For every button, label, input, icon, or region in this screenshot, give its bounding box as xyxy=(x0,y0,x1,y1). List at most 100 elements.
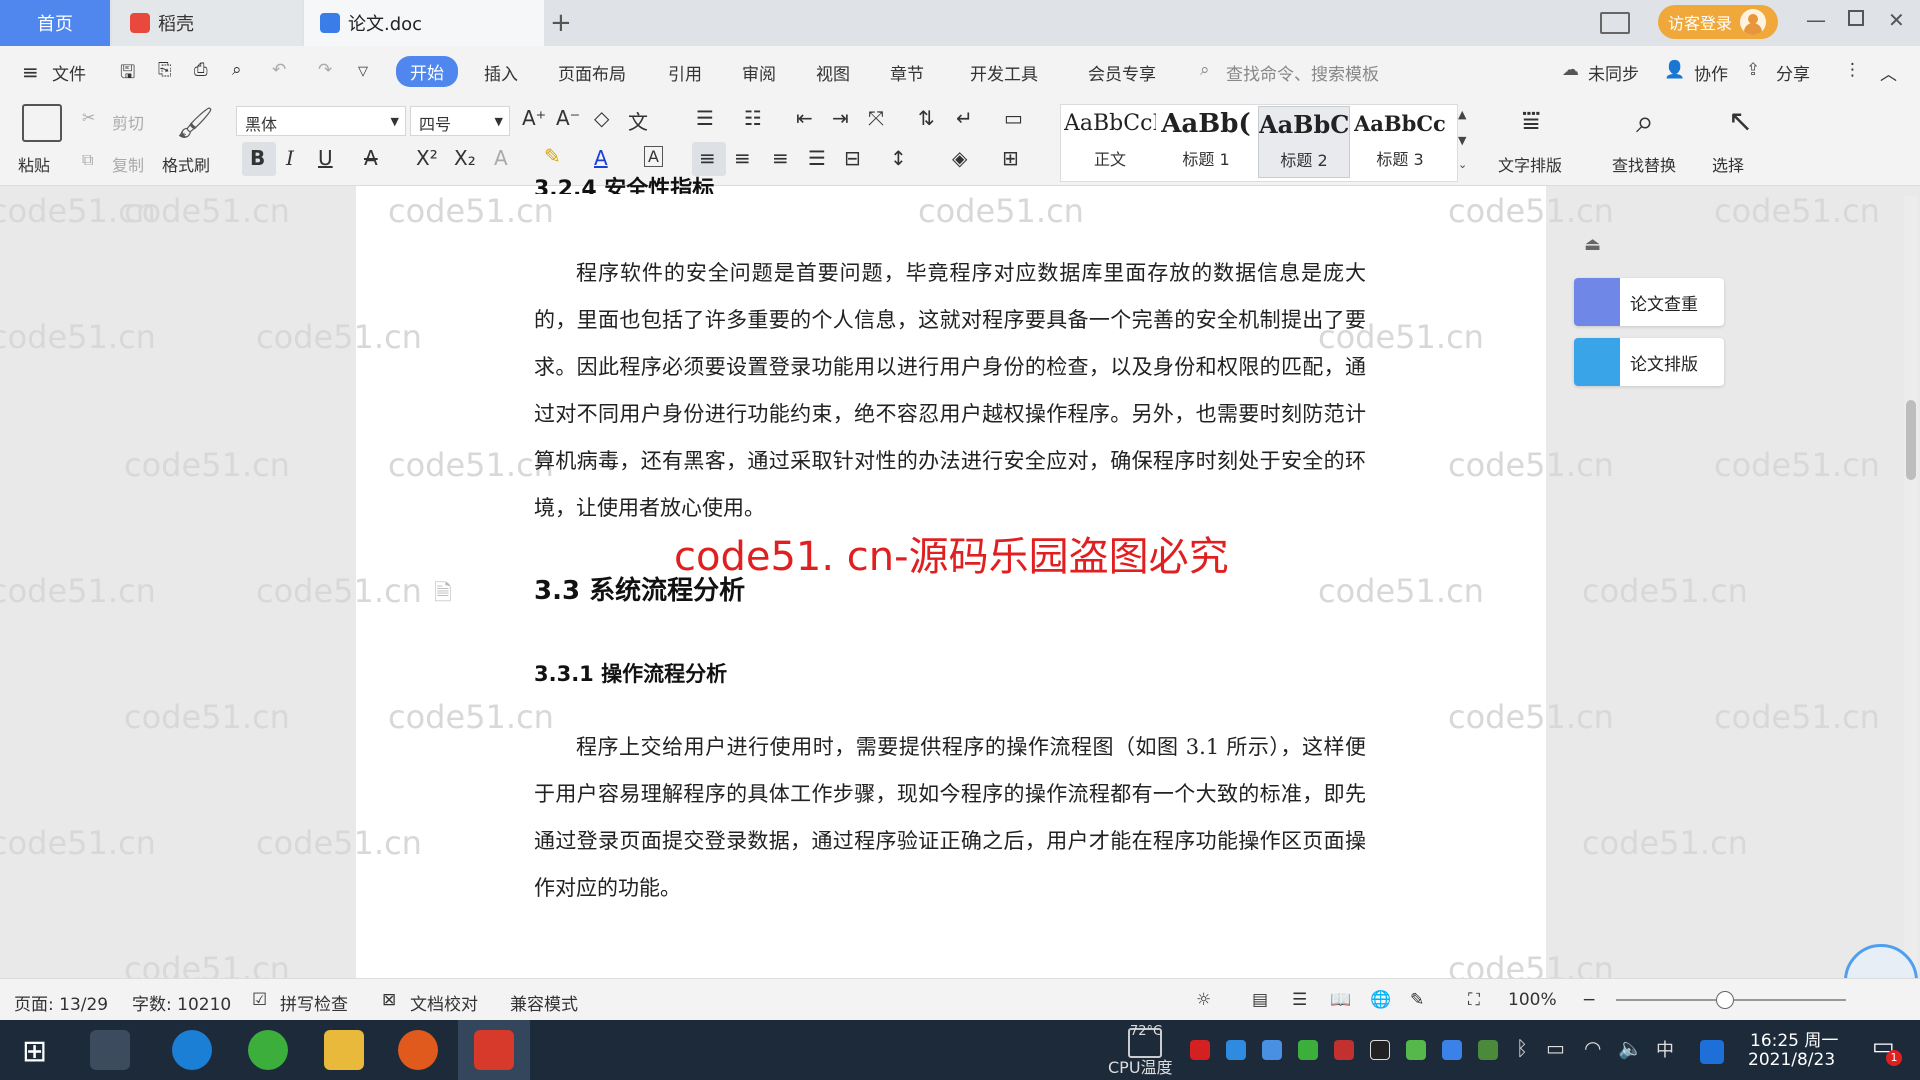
paragraph-marker-icon[interactable]: 🗎 xyxy=(434,576,452,614)
paper-check-button[interactable]: 论文查重 xyxy=(1574,278,1724,326)
minimize-icon[interactable]: — xyxy=(1806,8,1826,32)
new-tab-button[interactable]: + xyxy=(550,0,572,46)
styles-expand-icon[interactable]: ⌄ xyxy=(1458,158,1467,171)
windows-start-icon[interactable]: ⊞ xyxy=(22,1034,47,1069)
shield-icon[interactable] xyxy=(1262,1040,1282,1060)
spell-check-button[interactable]: 拼写检查 xyxy=(280,990,348,1015)
phonetic-icon[interactable]: 文 xyxy=(628,106,648,135)
text-layout-button[interactable]: 文字排版 xyxy=(1498,152,1562,176)
chinese-layout-icon[interactable]: ⤧ xyxy=(868,106,884,130)
sort-icon[interactable]: ⇅ xyxy=(918,106,935,130)
style-heading-2[interactable]: AaBbC 标题 2 xyxy=(1258,106,1350,178)
qq-icon[interactable] xyxy=(1370,1040,1390,1060)
tab-stop-icon[interactable]: ▭ xyxy=(1004,106,1023,130)
tray-app-icon[interactable] xyxy=(1442,1040,1462,1060)
menu-developer[interactable]: 开发工具 xyxy=(970,60,1038,85)
fit-page-icon[interactable]: ⛶ xyxy=(1468,990,1480,1010)
visitor-login-button[interactable]: 访客登录 xyxy=(1658,5,1778,39)
outline-view-icon[interactable]: ☰ xyxy=(1292,990,1307,1010)
redo-icon[interactable]: ↷ xyxy=(318,60,332,80)
menu-chapter[interactable]: 章节 xyxy=(890,60,924,85)
cut-button[interactable]: 剪切 xyxy=(112,110,144,134)
char-border-icon[interactable]: A xyxy=(644,146,663,167)
shading-icon[interactable]: ◈ xyxy=(952,146,967,170)
command-search-input[interactable]: 查找命令、搜索模板 xyxy=(1226,60,1379,85)
write-mode-icon[interactable]: ✎ xyxy=(1410,990,1424,1010)
clock-date[interactable]: 2021/8/23 xyxy=(1748,1050,1835,1070)
wifi-icon[interactable]: ◠ xyxy=(1584,1036,1601,1060)
zoom-out-icon[interactable]: − xyxy=(1582,990,1596,1010)
align-right-icon[interactable]: ≡ xyxy=(772,146,789,170)
menu-review[interactable]: 审阅 xyxy=(742,60,776,85)
italic-icon[interactable]: I xyxy=(286,146,294,170)
paste-icon[interactable] xyxy=(22,104,62,142)
menu-view[interactable]: 视图 xyxy=(816,60,850,85)
collab-button[interactable]: 协作 xyxy=(1694,60,1728,85)
360-browser-icon[interactable] xyxy=(248,1030,288,1070)
page-view-icon[interactable]: ▤ xyxy=(1252,990,1268,1010)
align-center-icon[interactable]: ≡ xyxy=(734,146,751,170)
zoom-level[interactable]: 100% xyxy=(1508,990,1557,1010)
shrink-font-icon[interactable]: A⁻ xyxy=(556,106,580,130)
tray-app-icon[interactable] xyxy=(1298,1040,1318,1060)
volume-icon[interactable]: 🔈 xyxy=(1618,1036,1643,1060)
font-color-icon[interactable]: A xyxy=(594,146,608,170)
tray-app-icon[interactable] xyxy=(1334,1040,1354,1060)
more-icon[interactable]: ⋮ xyxy=(1844,60,1861,80)
restore-icon[interactable] xyxy=(1848,10,1864,26)
styles-scroll-up-icon[interactable]: ▲ xyxy=(1458,108,1466,121)
undo-icon[interactable]: ↶ xyxy=(272,60,286,80)
copy-button[interactable]: 复制 xyxy=(112,152,144,176)
menu-member[interactable]: 会员专享 xyxy=(1088,60,1156,85)
output-icon[interactable]: ⎘ xyxy=(158,60,172,80)
print-preview-icon[interactable]: ⌕ xyxy=(232,60,242,80)
superscript-icon[interactable]: X² xyxy=(416,146,438,170)
distribute-icon[interactable]: ⊟ xyxy=(844,146,861,170)
file-explorer-icon[interactable] xyxy=(324,1030,364,1070)
format-painter-button[interactable]: 格式刷 xyxy=(162,152,210,176)
menu-file[interactable]: 文件 xyxy=(52,60,86,85)
tray-app-icon[interactable] xyxy=(1190,1040,1210,1060)
collapse-ribbon-icon[interactable]: ︿ xyxy=(1880,60,1897,85)
tray-app-icon[interactable] xyxy=(1406,1040,1426,1060)
grow-font-icon[interactable]: A⁺ xyxy=(522,106,546,130)
sync-status[interactable]: 未同步 xyxy=(1588,60,1639,85)
page-indicator[interactable]: 页面: 13/29 xyxy=(14,990,108,1015)
numbering-icon[interactable]: ☷ xyxy=(744,106,762,130)
find-replace-button[interactable]: 查找替换 xyxy=(1612,152,1676,176)
ime-indicator[interactable]: 中 xyxy=(1656,1036,1674,1062)
app-mascot-icon[interactable] xyxy=(398,1030,438,1070)
line-spacing-icon[interactable]: ↕ xyxy=(890,146,907,170)
style-heading-1[interactable]: AaBb( 标题 1 xyxy=(1160,106,1252,178)
battery-icon[interactable]: ▭ xyxy=(1546,1036,1565,1060)
style-heading-3[interactable]: AaBbCcl 标题 3 xyxy=(1354,106,1446,178)
paper-layout-button[interactable]: 论文排版 xyxy=(1574,338,1724,386)
tab-home[interactable]: 首页 xyxy=(0,0,110,46)
bold-button[interactable]: B xyxy=(242,142,276,176)
tab-document[interactable]: 论文.doc xyxy=(304,0,544,46)
customize-dropdown-icon[interactable]: ▽ xyxy=(358,64,368,79)
ie-browser-icon[interactable] xyxy=(172,1030,212,1070)
styles-scroll-down-icon[interactable]: ▼ xyxy=(1458,134,1466,147)
doc-proof-button[interactable]: 文档校对 xyxy=(410,990,478,1015)
bluetooth-icon[interactable]: ᛒ xyxy=(1516,1036,1528,1060)
select-button[interactable]: 选择 xyxy=(1712,152,1744,176)
align-left-button[interactable]: ≡ xyxy=(692,142,726,176)
share-button[interactable]: 分享 xyxy=(1776,60,1810,85)
show-marks-icon[interactable]: ↵ xyxy=(956,106,973,130)
close-icon[interactable]: ✕ xyxy=(1888,8,1905,32)
menu-references[interactable]: 引用 xyxy=(668,60,702,85)
borders-icon[interactable]: ⊞ xyxy=(1002,146,1019,170)
vertical-scrollbar[interactable] xyxy=(1904,196,1918,978)
fan-app-icon[interactable] xyxy=(90,1030,130,1070)
decrease-indent-icon[interactable]: ⇤ xyxy=(796,106,813,130)
zoom-slider[interactable] xyxy=(1616,991,1846,1009)
menu-start[interactable]: 开始 xyxy=(396,56,458,87)
justify-icon[interactable]: ☰ xyxy=(808,146,826,170)
increase-indent-icon[interactable]: ⇥ xyxy=(832,106,849,130)
underline-icon[interactable]: U xyxy=(318,146,333,170)
nvidia-icon[interactable] xyxy=(1478,1040,1498,1060)
highlight-icon[interactable]: ✎ xyxy=(544,144,561,168)
font-size-select[interactable]: 四号 ▼ xyxy=(410,106,510,136)
subscript-icon[interactable]: X₂ xyxy=(454,146,476,170)
